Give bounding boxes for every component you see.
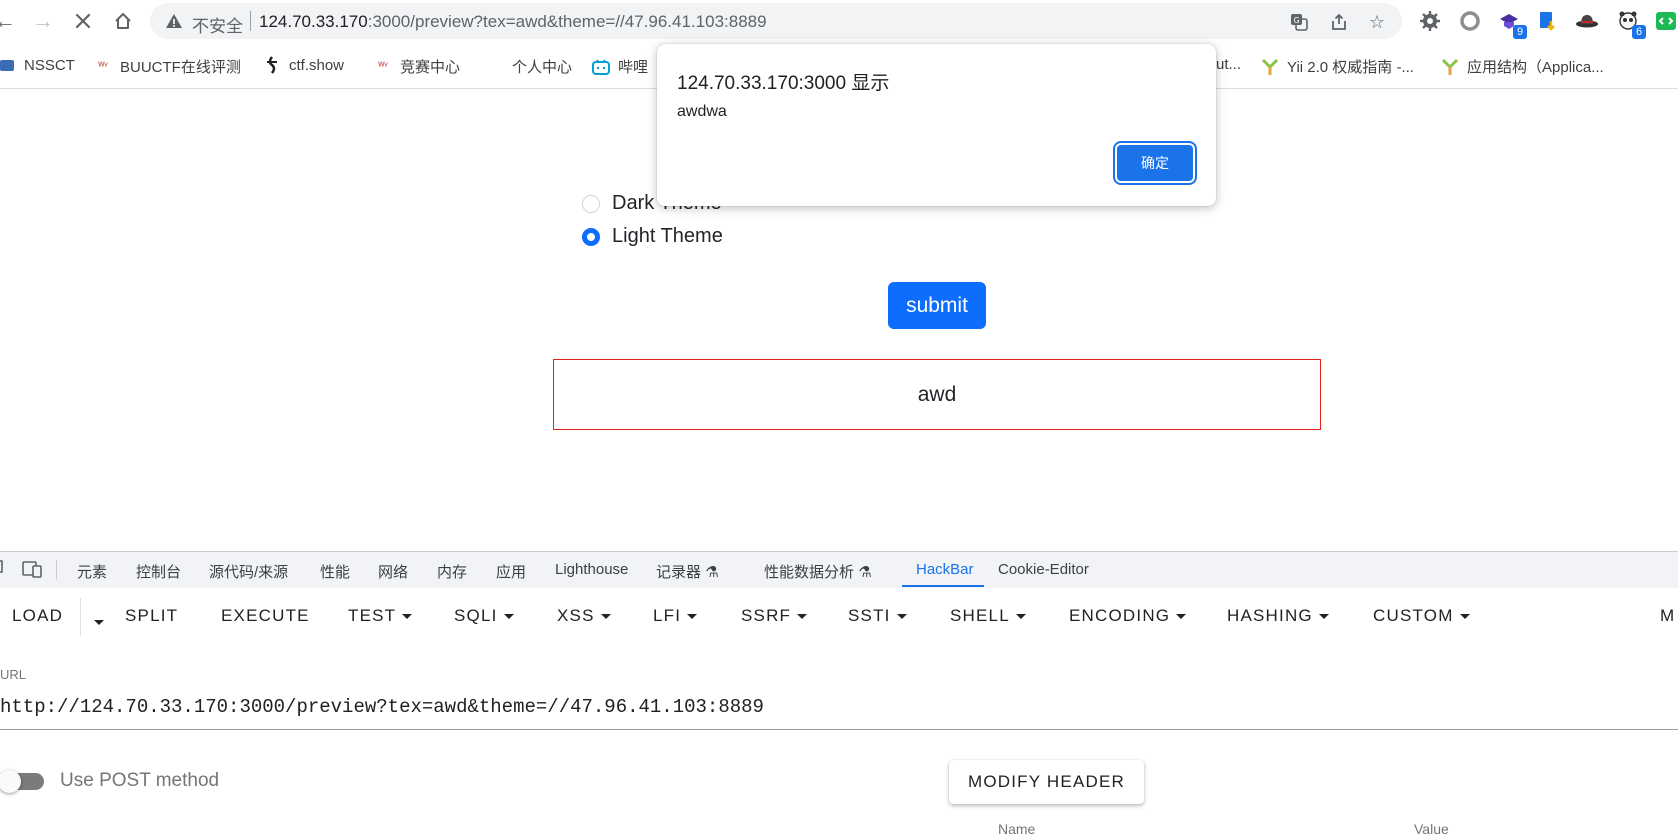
bookmark-partial[interactable]: ut... <box>1216 56 1241 73</box>
active-tab-indicator <box>902 585 984 587</box>
translate-icon[interactable]: G <box>1288 11 1310 33</box>
hackbar-shell-menu[interactable]: SHELL <box>950 606 1026 626</box>
tab-network[interactable]: 网络 <box>378 561 408 582</box>
devtools-tab-bar: 元素 控制台 源代码/来源 性能 网络 内存 应用 Lighthouse 记录器… <box>0 551 1678 589</box>
alert-ok-button[interactable]: 确定 <box>1117 145 1193 181</box>
yii-icon <box>1441 58 1459 76</box>
hackbar-test-menu[interactable]: TEST <box>348 606 413 626</box>
radio-label: Light Theme <box>612 225 723 247</box>
bookmark-nssct[interactable]: NSSCT <box>0 56 75 74</box>
url-input-underline <box>0 729 1678 730</box>
bookmark-buuctf[interactable]: ᵂᵛ BUUCTF在线评测 <box>94 56 241 77</box>
security-label[interactable]: 不安全 <box>192 12 243 37</box>
hackbar-ssrf-menu[interactable]: SSRF <box>741 606 808 626</box>
browser-toolbar: ← → 不安全 124.70.33.170:3000/preview?tex=a… <box>0 0 1678 42</box>
tab-lighthouse[interactable]: Lighthouse <box>555 561 628 578</box>
alert-message: awdwa <box>677 103 727 120</box>
radio-button[interactable] <box>582 194 600 213</box>
tab-sources[interactable]: 源代码/来源 <box>209 561 288 582</box>
hackbar-ssti-menu[interactable]: SSTI <box>848 606 907 626</box>
extension-gear-icon[interactable] <box>1418 9 1442 33</box>
hackbar-split-button[interactable]: SPLIT <box>125 606 178 626</box>
warning-icon[interactable] <box>165 12 183 35</box>
tab-elements[interactable]: 元素 <box>77 561 107 582</box>
hackbar-more-menu[interactable]: M <box>1660 606 1675 626</box>
url-field-label: URL <box>0 667 27 682</box>
bookmark-bilibili[interactable]: 哔哩 <box>592 56 648 77</box>
extension-code-icon[interactable] <box>1654 9 1678 33</box>
tab-performance-insights[interactable]: 性能数据分析 ⚗ <box>764 561 872 582</box>
extension-badge: 6 <box>1632 25 1646 39</box>
tab-application[interactable]: 应用 <box>496 561 526 582</box>
flask-icon: ⚗ <box>858 564 872 581</box>
yii-icon <box>1261 58 1279 76</box>
divider <box>80 598 81 636</box>
back-icon[interactable]: ← <box>0 8 18 34</box>
divider <box>250 11 251 31</box>
nssct-icon <box>0 56 16 74</box>
buuctf-icon: ᵂᵛ <box>98 61 108 72</box>
url-text[interactable]: 124.70.33.170:3000/preview?tex=awd&theme… <box>259 12 767 32</box>
hackbar-load-button[interactable]: LOAD <box>12 606 63 626</box>
svg-text:G: G <box>1294 16 1300 25</box>
post-method-toggle[interactable] <box>0 770 46 794</box>
extension-badge: 9 <box>1513 25 1527 39</box>
share-icon[interactable] <box>1328 11 1350 33</box>
hackbar-encoding-menu[interactable]: ENCODING <box>1069 606 1187 626</box>
bilibili-icon <box>592 58 610 76</box>
hackbar-lfi-menu[interactable]: LFI <box>653 606 698 626</box>
extension-download-icon[interactable] <box>1536 9 1560 33</box>
divider <box>56 560 57 580</box>
preview-output: awd <box>553 359 1321 430</box>
bookmark-ctfshow[interactable]: ctf.show <box>263 56 344 74</box>
hackbar-sqli-menu[interactable]: SQLI <box>454 606 514 626</box>
hackbar-hashing-menu[interactable]: HASHING <box>1227 606 1329 626</box>
tab-recorder[interactable]: 记录器 ⚗ <box>656 561 719 582</box>
tab-cookie-editor[interactable]: Cookie-Editor <box>998 561 1089 578</box>
flask-icon: ⚗ <box>705 564 719 581</box>
hackbar-custom-menu[interactable]: CUSTOM <box>1373 606 1470 626</box>
bookmark-contest-center[interactable]: ᵂᵛ 竞赛中心 <box>374 56 460 77</box>
radio-button-checked[interactable] <box>582 227 600 246</box>
home-icon[interactable] <box>110 8 136 34</box>
tab-console[interactable]: 控制台 <box>136 561 181 582</box>
hackbar-xss-menu[interactable]: XSS <box>557 606 611 626</box>
address-bar[interactable]: 不安全 124.70.33.170:3000/preview?tex=awd&t… <box>150 3 1402 39</box>
radio-light-theme[interactable]: Light Theme <box>582 225 723 248</box>
bookmark-yii-structure[interactable]: 应用结构（Applica... <box>1441 56 1604 77</box>
contest-icon: ᵂᵛ <box>378 61 388 72</box>
stop-icon[interactable] <box>70 8 96 34</box>
header-name-column: Name <box>998 821 1036 837</box>
tab-performance[interactable]: 性能 <box>320 561 350 582</box>
extension-circle-icon[interactable] <box>1458 9 1482 33</box>
load-dropdown-icon[interactable] <box>88 612 104 632</box>
tab-hackbar[interactable]: HackBar <box>916 561 974 578</box>
extension-purple-icon[interactable]: 9 <box>1497 9 1527 39</box>
bookmark-star-icon[interactable]: ☆ <box>1366 11 1388 33</box>
hackbar-menu-bar: LOAD SPLIT EXECUTE TEST SQLI XSS LFI SSR… <box>0 588 1678 646</box>
hackbar-execute-button[interactable]: EXECUTE <box>221 606 310 626</box>
extension-hat-icon[interactable] <box>1575 9 1599 33</box>
submit-button[interactable]: submit <box>888 282 986 329</box>
tab-memory[interactable]: 内存 <box>437 561 467 582</box>
modify-header-button[interactable]: MODIFY HEADER <box>949 760 1144 804</box>
bookmark-personal-center[interactable]: 个人中心 <box>512 56 572 77</box>
header-value-column: Value <box>1414 821 1449 837</box>
inspect-element-icon[interactable] <box>0 558 10 582</box>
bookmark-yii-guide[interactable]: Yii 2.0 权威指南 -... <box>1261 56 1414 77</box>
device-toolbar-icon[interactable] <box>22 559 44 583</box>
alert-title: 124.70.33.170:3000 显示 <box>677 73 890 94</box>
post-method-label: Use POST method <box>60 770 220 791</box>
alert-dialog: 124.70.33.170:3000 显示 awdwa 确定 <box>657 44 1216 206</box>
forward-icon[interactable]: → <box>30 8 56 34</box>
hackbar-url-input[interactable]: http://124.70.33.170:3000/preview?tex=aw… <box>0 696 764 718</box>
ctfshow-icon <box>263 56 281 74</box>
extension-panda-icon[interactable]: 6 <box>1616 9 1646 39</box>
